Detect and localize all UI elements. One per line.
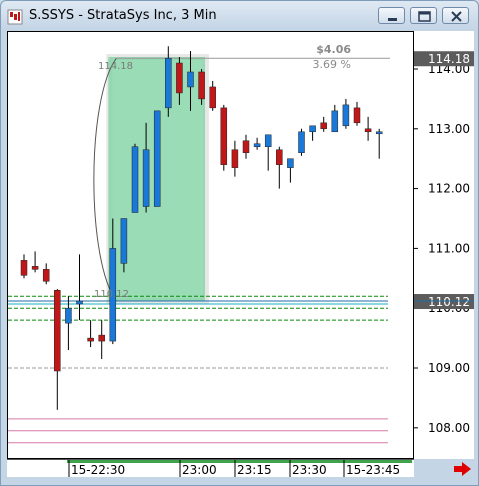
candle-body	[231, 149, 239, 168]
candle-body	[320, 122, 327, 130]
candle-body	[353, 107, 361, 124]
candle-body	[142, 149, 150, 207]
candle-body	[42, 269, 50, 282]
x-tick-label: 15-23:45	[346, 463, 400, 477]
x-tick-label: 23:00	[182, 463, 217, 477]
app-icon	[7, 9, 23, 25]
candle[interactable]	[276, 146, 283, 189]
candle-body	[276, 149, 283, 165]
candle[interactable]	[364, 116, 372, 141]
scroll-right-arrow-icon[interactable]	[453, 461, 473, 477]
candle-body	[153, 110, 161, 207]
candle-body	[342, 104, 350, 127]
candle[interactable]	[220, 104, 228, 171]
y-tick-label: 113.00	[428, 122, 470, 136]
current-price-tag-text: 110.12	[428, 295, 470, 309]
x-tick-label: 15-22:30	[71, 463, 125, 477]
candle[interactable]	[309, 125, 316, 141]
candle[interactable]	[320, 116, 327, 132]
candle-body	[375, 131, 383, 135]
candle[interactable]	[153, 110, 161, 207]
measure-percent-label: 3.69 %	[313, 58, 351, 71]
measure-from-label: 110.12	[94, 289, 129, 300]
candle[interactable]	[298, 128, 305, 156]
candle[interactable]	[231, 140, 239, 177]
candle[interactable]	[287, 158, 294, 183]
candle[interactable]	[31, 251, 39, 273]
candle-body	[220, 107, 228, 165]
close-icon	[451, 11, 462, 22]
time-axis[interactable]: 15-22:30 23:00 23:15 23:30 15-23:45	[7, 459, 414, 477]
candle-body	[298, 131, 305, 153]
restore-icon	[418, 11, 431, 22]
candle-body	[309, 125, 316, 133]
high-price-tag-text: 114.18	[428, 52, 470, 66]
candle-body	[120, 218, 128, 264]
candle[interactable]	[87, 320, 94, 348]
minimize-icon	[388, 18, 397, 21]
candle-body	[242, 140, 250, 153]
candle-body	[253, 143, 261, 147]
measure-change-label: $4.06	[316, 43, 351, 56]
candle-body	[87, 337, 94, 342]
candle-body	[264, 134, 272, 147]
price-chart[interactable]: $4.06 3.69 % 114.18 110.12	[8, 32, 413, 458]
candle[interactable]	[131, 143, 139, 213]
candle-body	[209, 86, 216, 109]
window-title: S.SSYS - StrataSys Inc, 3 Min	[29, 8, 217, 23]
candle-body	[287, 158, 294, 168]
candle-body	[176, 62, 183, 94]
candle-body	[54, 290, 61, 372]
candle[interactable]	[98, 320, 105, 360]
candle-body	[187, 71, 194, 88]
high-price-tag: 114.18	[414, 51, 474, 67]
candle-body	[65, 307, 72, 324]
close-button[interactable]	[442, 7, 469, 24]
candle-body	[31, 266, 39, 270]
x-tick-label: 23:30	[292, 463, 327, 477]
candle-body	[131, 146, 139, 213]
chart-plot-area[interactable]: $4.06 3.69 % 114.18 110.12	[7, 31, 414, 459]
candle-body	[76, 300, 83, 305]
candle[interactable]	[42, 263, 50, 285]
title-bar[interactable]: S.SSYS - StrataSys Inc, 3 Min	[1, 1, 478, 31]
y-tick-label: 108.00	[428, 421, 470, 435]
price-axis[interactable]: 114.00113.00112.00111.00110.00109.00108.…	[414, 31, 474, 459]
candle-body	[165, 57, 172, 109]
price-axis-labels: 114.00113.00112.00111.00110.00109.00108.…	[414, 51, 474, 435]
candle-body	[364, 128, 372, 133]
candle[interactable]	[76, 254, 83, 321]
candle[interactable]	[253, 137, 261, 150]
time-axis-labels: 15-22:30 23:00 23:15 23:30 15-23:45	[67, 460, 412, 477]
candle[interactable]	[331, 104, 339, 133]
candle[interactable]	[264, 134, 272, 171]
y-tick-label: 111.00	[428, 241, 470, 255]
minimize-button[interactable]	[378, 7, 405, 24]
chart-window: S.SSYS - StrataSys Inc, 3 Min $4.06 3.69 …	[0, 0, 479, 486]
x-tick-label: 23:15	[237, 463, 272, 477]
candle[interactable]	[209, 80, 216, 111]
y-tick-label: 109.00	[428, 361, 470, 375]
candle[interactable]	[54, 289, 61, 410]
candle-body	[198, 71, 205, 100]
candle[interactable]	[342, 98, 350, 129]
candle[interactable]	[242, 134, 250, 159]
measure-to-label: 114.18	[98, 61, 133, 72]
candle-body	[20, 260, 28, 276]
y-tick-label: 112.00	[428, 182, 470, 196]
restore-button[interactable]	[410, 7, 437, 24]
candle[interactable]	[353, 101, 361, 126]
candle[interactable]	[375, 128, 383, 159]
candle-body	[331, 110, 339, 133]
candle[interactable]	[20, 254, 28, 279]
candle-body	[98, 334, 105, 342]
